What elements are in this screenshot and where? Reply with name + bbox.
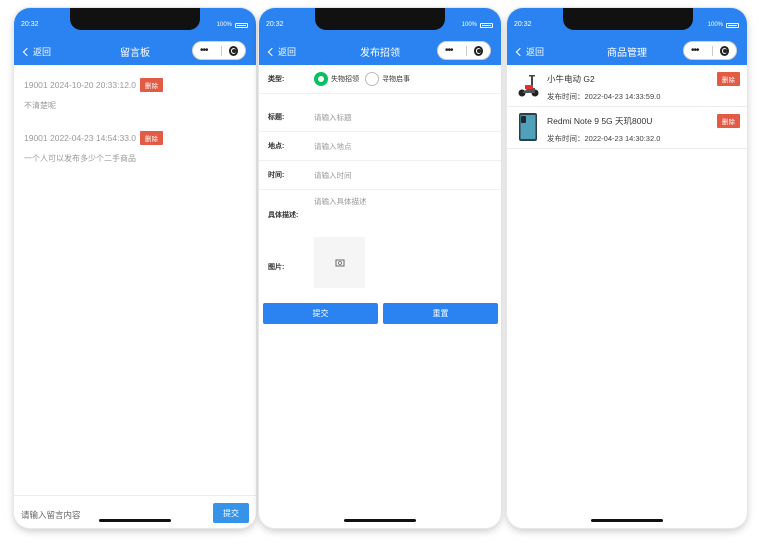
battery-text: 100%: [461, 22, 477, 28]
image-upload[interactable]: [314, 237, 365, 288]
more-icon[interactable]: •••: [691, 45, 705, 56]
radio-unchecked-icon: [365, 72, 379, 86]
title-label: 标题:: [268, 114, 285, 121]
notch: [70, 8, 200, 30]
location-input[interactable]: 请输入地点: [314, 141, 352, 152]
message-input[interactable]: 请输入留言内容: [21, 509, 81, 521]
scooter-thumbnail: [515, 70, 541, 100]
battery-icon: [726, 22, 739, 28]
message-header: 19001 2024-10-20 20:33:12.0: [24, 80, 137, 90]
battery-text: 100%: [707, 22, 723, 28]
status-time: 20:32: [514, 21, 532, 28]
message-list: 19001 2024-10-20 20:33:12.0 删除 不清楚呢 19001…: [14, 65, 256, 528]
submit-button[interactable]: 提交: [263, 303, 378, 324]
nav-bar: 20:32 100% 返回 留言板 •••: [14, 8, 256, 65]
delete-button[interactable]: 删除: [717, 114, 740, 128]
message-item: 19001 2024-10-20 20:33:12.0 删除 不清楚呢: [24, 78, 248, 111]
delete-button[interactable]: 删除: [717, 72, 740, 86]
radio-label: 寻物启事: [382, 76, 410, 83]
radio-lost-found[interactable]: 失物招领: [314, 72, 359, 86]
home-indicator: [99, 519, 171, 522]
battery-text: 100%: [216, 22, 232, 28]
message-header: 19001 2022-04-23 14:54:33.0: [24, 133, 137, 143]
mini-program-capsule[interactable]: •••: [437, 41, 491, 60]
message-board-screen: 20:32 100% 返回 留言板 ••• 19001 2024-10-20 2…: [14, 8, 256, 528]
time-row: 时间: 请输入时间: [259, 161, 501, 190]
status-time: 20:32: [21, 21, 39, 28]
submit-message-button[interactable]: 提交: [213, 503, 249, 523]
battery-indicator: 100%: [708, 22, 739, 28]
capsule-divider: [220, 45, 222, 56]
home-indicator: [591, 519, 663, 522]
nav-bar: 20:32 100% 返回 发布招领 •••: [259, 8, 501, 65]
message-input-bar: 请输入留言内容 提交: [14, 495, 256, 528]
message-text: 一个人可以发布多少个二手商品: [24, 154, 136, 163]
status-time: 20:32: [266, 21, 284, 28]
goods-time: 发布时间：2022-04-23 14:30:32.0: [547, 134, 661, 143]
mini-program-capsule[interactable]: •••: [192, 41, 246, 60]
battery-icon: [235, 22, 248, 28]
goods-list: 小牛电动 G2 发布时间：2022-04-23 14:33:59.0 删除 Re…: [507, 65, 747, 528]
delete-button[interactable]: 删除: [140, 131, 164, 145]
nav-bar: 20:32 100% 返回 商品管理 •••: [507, 8, 747, 65]
battery-indicator: 100%: [217, 22, 248, 28]
close-target-icon[interactable]: [719, 45, 729, 56]
image-upload-icon: [335, 259, 344, 266]
title-input[interactable]: 请输入标题: [314, 112, 352, 123]
goods-management-screen: 20:32 100% 返回 商品管理 ••• 小牛电动 G2 发布时间：2022…: [507, 8, 747, 528]
goods-name: 小牛电动 G2: [547, 74, 595, 84]
description-input[interactable]: 请输入具体描述: [314, 196, 367, 207]
delete-button[interactable]: 删除: [140, 78, 164, 92]
location-label: 地点:: [268, 143, 285, 150]
goods-time: 发布时间：2022-04-23 14:33:59.0: [547, 92, 661, 101]
notch: [315, 8, 445, 30]
description-label: 具体描述:: [268, 212, 299, 219]
mini-program-capsule[interactable]: •••: [683, 41, 737, 60]
home-indicator: [344, 519, 416, 522]
close-target-icon[interactable]: [473, 45, 483, 56]
time-input[interactable]: 请输入时间: [314, 170, 352, 181]
radio-seek-item[interactable]: 寻物启事: [365, 72, 410, 86]
list-item[interactable]: Redmi Note 9 5G 天玑800U 发布时间：2022-04-23 1…: [507, 107, 747, 149]
more-icon[interactable]: •••: [445, 45, 459, 56]
description-row: 具体描述: 请输入具体描述: [259, 190, 501, 250]
phone-thumbnail: [519, 113, 537, 141]
radio-label: 失物招领: [331, 76, 359, 83]
list-item[interactable]: 小牛电动 G2 发布时间：2022-04-23 14:33:59.0 删除: [507, 65, 747, 107]
type-row: 类型: 失物招领 寻物启事: [259, 65, 501, 94]
publish-form: 类型: 失物招领 寻物启事 标题: 请输入标题 地点: 请输入地点 时间: 请输…: [259, 65, 501, 528]
battery-indicator: 100%: [462, 22, 493, 28]
goods-name: Redmi Note 9 5G 天玑800U: [547, 116, 653, 126]
close-target-icon[interactable]: [228, 45, 238, 56]
type-label: 类型:: [268, 76, 285, 83]
message-text: 不清楚呢: [24, 101, 56, 110]
notch: [563, 8, 693, 30]
title-row: 标题: 请输入标题: [259, 103, 501, 132]
more-icon[interactable]: •••: [200, 45, 214, 56]
battery-icon: [480, 22, 493, 28]
message-item: 19001 2022-04-23 14:54:33.0 删除 一个人可以发布多少个…: [24, 131, 248, 164]
time-label: 时间:: [268, 172, 285, 179]
publish-screen: 20:32 100% 返回 发布招领 ••• 类型: 失物招领 寻物启事 标题:…: [259, 8, 501, 528]
reset-button[interactable]: 重置: [383, 303, 498, 324]
capsule-divider: [465, 45, 467, 56]
capsule-divider: [711, 45, 713, 56]
location-row: 地点: 请输入地点: [259, 132, 501, 161]
image-label: 图片:: [268, 264, 285, 271]
radio-checked-icon: [314, 72, 328, 86]
